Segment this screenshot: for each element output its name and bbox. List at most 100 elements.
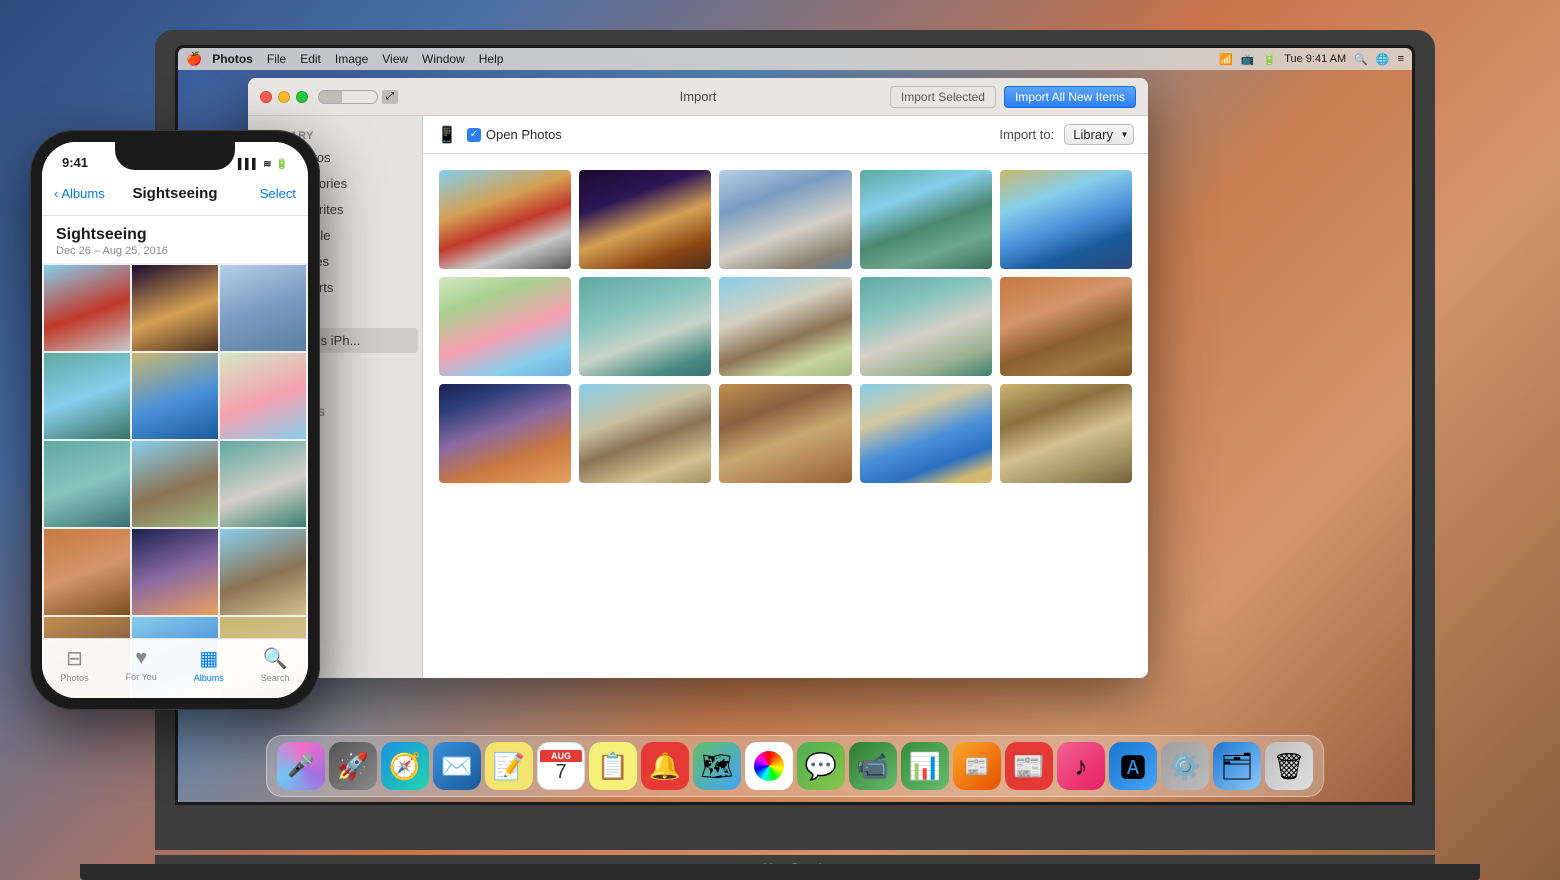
photo-cell-14[interactable] bbox=[860, 384, 992, 483]
photo-door-blue bbox=[719, 170, 851, 269]
import-to-label: Import to: bbox=[999, 127, 1054, 142]
photo-cell-4[interactable] bbox=[860, 170, 992, 269]
dock-icon-finder[interactable]: 🗂 bbox=[1213, 742, 1261, 790]
photo-cell-13[interactable] bbox=[719, 384, 851, 483]
iphone-photo-10[interactable] bbox=[44, 529, 130, 615]
notification-icon[interactable]: ≡ bbox=[1398, 53, 1404, 65]
open-photos-checkbox[interactable]: ✓ bbox=[467, 128, 481, 142]
iphone-photo-9[interactable] bbox=[220, 441, 306, 527]
menu-bar-image[interactable]: Image bbox=[335, 52, 368, 66]
dock-icon-appstore[interactable]: 🅰 bbox=[1109, 742, 1157, 790]
albums-tab-label: Albums bbox=[194, 673, 224, 683]
dock-icon-systemprefs[interactable]: ⚙️ bbox=[1161, 742, 1209, 790]
dock-icon-mail[interactable]: ✉️ bbox=[433, 742, 481, 790]
photo-cell-6[interactable] bbox=[439, 277, 571, 376]
iphone-clock: 9:41 bbox=[62, 155, 88, 170]
open-photos-checkbox-group: ✓ Open Photos bbox=[467, 127, 562, 142]
photo-grid-container[interactable] bbox=[423, 154, 1148, 678]
window-body: Library 📷 Photos ◷ Memories ♡ Favorites bbox=[248, 116, 1148, 678]
slider-controls: ⤢ bbox=[318, 90, 398, 104]
iphone-back-button[interactable]: ‹ Albums bbox=[54, 186, 105, 201]
menu-bar-items: Photos File Edit Image View Window Help bbox=[212, 52, 1219, 66]
macbook-screen-bezel: 🍎 Photos File Edit Image View Window Hel… bbox=[175, 45, 1415, 805]
iphone-photo-6[interactable] bbox=[220, 353, 306, 439]
photo-cell-3[interactable] bbox=[719, 170, 851, 269]
dock-icon-facetime[interactable]: 📹 bbox=[849, 742, 897, 790]
select-chevron-icon: ▾ bbox=[1122, 129, 1127, 140]
menu-bar-help[interactable]: Help bbox=[479, 52, 504, 66]
dock-icon-trash[interactable]: 🗑 bbox=[1265, 742, 1313, 790]
photo-cell-15[interactable] bbox=[1000, 384, 1132, 483]
iphone-photo-3[interactable] bbox=[220, 265, 306, 351]
signal-icon: ▌▌▌ bbox=[238, 159, 259, 170]
menu-bar-view[interactable]: View bbox=[382, 52, 408, 66]
albums-tab-icon: ▦ bbox=[199, 646, 218, 671]
iphone-photo-11[interactable] bbox=[132, 529, 218, 615]
menu-bar-clock: Tue 9:41 AM bbox=[1284, 53, 1346, 65]
photo-cell-1[interactable] bbox=[439, 170, 571, 269]
dock-icon-keynote[interactable]: 📰 bbox=[953, 742, 1001, 790]
dock-icon-safari[interactable]: 🧭 bbox=[381, 742, 429, 790]
import-selected-button[interactable]: Import Selected bbox=[890, 86, 996, 108]
iphone-photo-4[interactable] bbox=[44, 353, 130, 439]
dock-icon-news[interactable]: 📰 bbox=[1005, 742, 1053, 790]
photo-cell-9[interactable] bbox=[860, 277, 992, 376]
dock-icon-notes[interactable]: 📝 bbox=[485, 742, 533, 790]
dock-icon-stickies[interactable]: 📋 bbox=[589, 742, 637, 790]
close-button[interactable] bbox=[260, 91, 272, 103]
fullscreen-icon[interactable]: ⤢ bbox=[382, 90, 398, 104]
photo-cell-5[interactable] bbox=[1000, 170, 1132, 269]
macbook-chin bbox=[80, 864, 1480, 880]
dock-icon-launchpad[interactable]: 🚀 bbox=[329, 742, 377, 790]
iphone-album-title: Sightseeing bbox=[56, 226, 294, 244]
search-menu-icon[interactable]: 🔍 bbox=[1354, 53, 1368, 66]
window-controls-right: Import Selected Import All New Items bbox=[890, 86, 1136, 108]
iphone-album-date: Dec 26 – Aug 25, 2016 bbox=[56, 245, 294, 257]
photo-cell-12[interactable] bbox=[579, 384, 711, 483]
import-to-select[interactable]: Library ▾ bbox=[1064, 124, 1134, 145]
iphone-photo-5[interactable] bbox=[132, 353, 218, 439]
iphone-select-button[interactable]: Select bbox=[260, 186, 296, 201]
iphone-tab-search[interactable]: 🔍 Search bbox=[261, 646, 290, 683]
dock-icon-calendar[interactable]: AUG 7 bbox=[537, 742, 585, 790]
dock-icon-siri[interactable]: 🎤 bbox=[277, 742, 325, 790]
iphone-notch bbox=[115, 142, 235, 170]
iphone-photo-2[interactable] bbox=[132, 265, 218, 351]
iphone-tab-albums[interactable]: ▦ Albums bbox=[194, 646, 224, 683]
window-title: Import bbox=[680, 89, 717, 104]
dock-icon-itunes[interactable]: ♪ bbox=[1057, 742, 1105, 790]
menu-bar-window[interactable]: Window bbox=[422, 52, 465, 66]
iphone-screen: 9:41 ▌▌▌ ≋ 🔋 ‹ Albums Sightseeing Select… bbox=[42, 142, 308, 698]
iphone-tab-photos[interactable]: ⊟ Photos bbox=[61, 646, 89, 683]
photo-cell-11[interactable] bbox=[439, 384, 571, 483]
minimize-button[interactable] bbox=[278, 91, 290, 103]
menu-bar-edit[interactable]: Edit bbox=[300, 52, 321, 66]
for-you-tab-label: For You bbox=[126, 672, 157, 682]
photo-cell-2[interactable] bbox=[579, 170, 711, 269]
iphone-nav: ‹ Albums Sightseeing Select bbox=[42, 172, 308, 216]
import-all-button[interactable]: Import All New Items bbox=[1004, 86, 1136, 108]
iphone-tab-for-you[interactable]: ♥ For You bbox=[126, 647, 157, 682]
photo-cell-10[interactable] bbox=[1000, 277, 1132, 376]
photo-cell-7[interactable] bbox=[579, 277, 711, 376]
dock-icon-messages[interactable]: 💬 bbox=[797, 742, 845, 790]
photos-tab-icon: ⊟ bbox=[66, 646, 83, 671]
iphone-photo-grid[interactable] bbox=[42, 263, 308, 698]
menu-bar-file[interactable]: File bbox=[267, 52, 286, 66]
menu-bar-photos[interactable]: Photos bbox=[212, 52, 253, 66]
apple-menu-icon[interactable]: 🍎 bbox=[186, 51, 202, 67]
dock-icon-reminders[interactable]: 🔔 bbox=[641, 742, 689, 790]
photo-orange-car bbox=[1000, 277, 1132, 376]
dock-icon-maps[interactable]: 🗺 bbox=[693, 742, 741, 790]
iphone-photo-8[interactable] bbox=[132, 441, 218, 527]
maximize-button[interactable] bbox=[296, 91, 308, 103]
menu-bar: 🍎 Photos File Edit Image View Window Hel… bbox=[178, 48, 1412, 70]
photo-cell-8[interactable] bbox=[719, 277, 851, 376]
photo-doorway bbox=[1000, 384, 1132, 483]
dock-icon-photos[interactable] bbox=[745, 742, 793, 790]
iphone-photo-1[interactable] bbox=[44, 265, 130, 351]
iphone-photo-12[interactable] bbox=[220, 529, 306, 615]
photo-sign bbox=[719, 384, 851, 483]
dock-icon-numbers[interactable]: 📊 bbox=[901, 742, 949, 790]
iphone-photo-7[interactable] bbox=[44, 441, 130, 527]
